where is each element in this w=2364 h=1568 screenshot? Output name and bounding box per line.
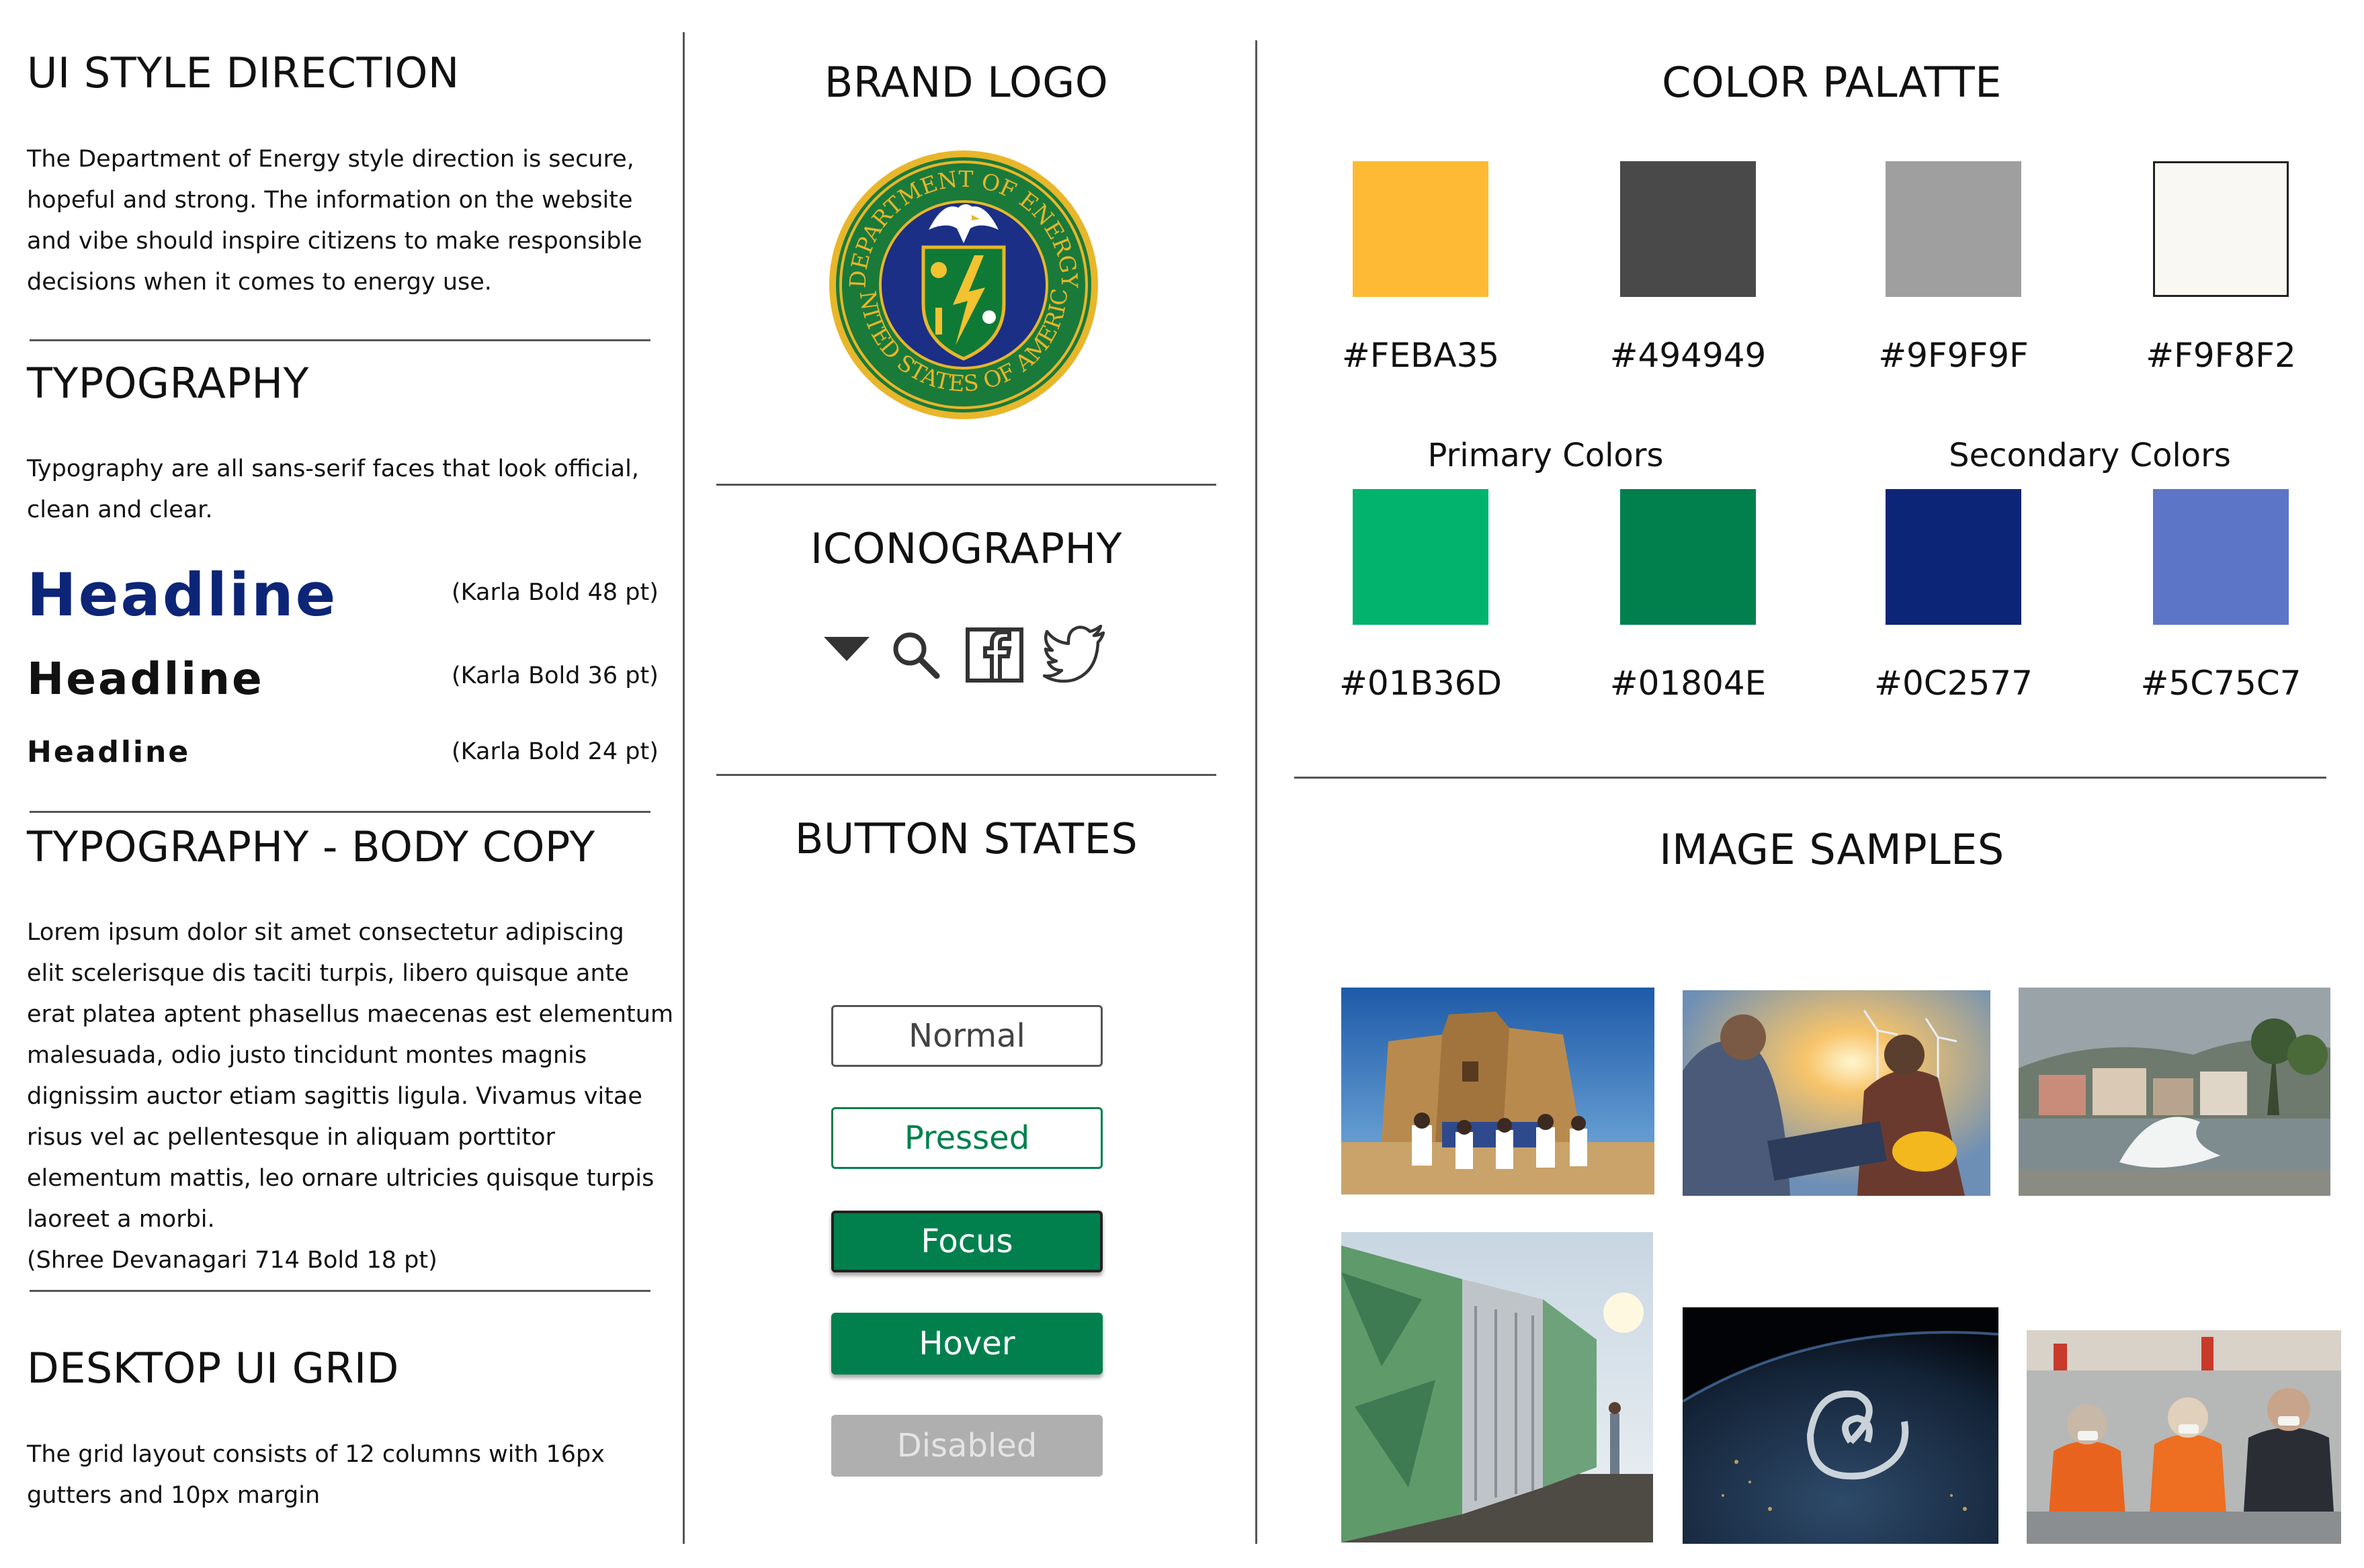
caret-down-icon[interactable] [822,634,871,664]
brand-logo-title: BRAND LOGO [824,58,1109,107]
text-line: decisions when it comes to energy use. [27,269,492,296]
image-samples-title: IMAGE SAMPLES [1659,825,2004,874]
hex-label: #9F9F9F [1878,336,2029,375]
swatch-navy [1886,489,2021,625]
hex-label: #FEBA35 [1341,336,1500,375]
hex-label: #01B36D [1339,664,1502,703]
swatch-yellow [1353,161,1488,297]
text-line: Lorem ipsum dolor sit amet consectetur a… [27,919,624,946]
normal-button[interactable]: Normal [831,1005,1103,1067]
text-line: dignissim auctor etiam sagittis ligula. … [27,1083,642,1110]
pressed-button[interactable]: Pressed [831,1107,1103,1169]
text-line: laoreet a morbi. [27,1206,215,1233]
text-line: Typography are all sans-serif faces that… [27,455,639,482]
text-line: clean and clear. [27,496,213,523]
focus-button[interactable]: Focus [831,1211,1103,1272]
swatch-dark-gray [1620,161,1756,297]
body-copy-text: Lorem ipsum dolor sit amet consectetur a… [27,912,673,1281]
hex-label: #01804E [1609,664,1767,703]
hex-label: #494949 [1609,336,1767,375]
text-line: The Department of Energy style direction… [27,146,634,173]
typography-text: Typography are all sans-serif faces that… [27,449,639,531]
disabled-button: Disabled [831,1415,1103,1477]
iconography-title: ICONOGRAPHY [810,524,1122,573]
facebook-icon[interactable] [965,627,1024,683]
headline-note-24: (Karla Bold 24 pt) [452,738,659,765]
divider [30,1290,650,1292]
divider [1294,777,2326,779]
text-line: erat platea aptent phasellus maecenas es… [27,1001,674,1028]
headline-note-36: (Karla Bold 36 pt) [452,662,659,689]
text-line: gutters and 10px margin [27,1482,321,1509]
sample-photo-factory [2027,1330,2341,1544]
text-line: hopeful and strong. The information on t… [27,187,633,214]
sample-photo-building [1341,988,1654,1194]
sample-photo-battery-container [1341,1232,1653,1542]
style-direction-title: UI STYLE DIRECTION [27,48,460,97]
typography-title: TYPOGRAPHY [27,359,309,408]
swatch-green [1353,489,1488,625]
divider [30,339,650,341]
divider [716,774,1216,776]
text-line: malesuada, odio justo tincidunt montes m… [27,1042,587,1069]
hover-button[interactable]: Hover [831,1313,1103,1375]
divider [716,484,1216,486]
headline-note-48: (Karla Bold 48 pt) [452,579,659,606]
hex-label: #F9F8F2 [2146,336,2296,375]
column-divider [1255,40,1257,1544]
headline-sample-36: Headline [27,653,264,705]
secondary-colors-label: Secondary Colors [1949,437,2231,474]
swatch-off-white [2153,161,2289,297]
hex-label: #5C75C7 [2140,664,2302,703]
twitter-icon[interactable] [1042,624,1107,683]
swatch-gray [1886,161,2021,297]
headline-sample-24: Headline [27,735,191,769]
text-line: (Shree Devanagari 714 Bold 18 pt) [27,1247,437,1274]
column-divider [683,32,685,1544]
grid-title: DESKTOP UI GRID [27,1344,399,1393]
swatch-periwinkle [2153,489,2289,625]
hex-label: #0C2577 [1874,664,2033,703]
divider [30,811,650,813]
color-palette-title: COLOR PALATTE [1662,58,2002,107]
search-icon[interactable] [890,629,941,680]
style-direction-text: The Department of Energy style direction… [27,139,642,303]
headline-sample-48: Headline [27,560,338,629]
body-copy-title: TYPOGRAPHY - BODY COPY [27,822,595,871]
text-line: and vibe should inspire citizens to make… [27,228,642,255]
doe-seal-logo: DEPARTMENT OF ENERGY UNITED STATES OF AM… [818,128,1099,421]
sample-photo-hurricane [1683,1307,1998,1544]
button-states-title: BUTTON STATES [794,814,1138,863]
text-line: elit scelerisque dis taciti turpis, libe… [27,960,629,987]
primary-colors-label: Primary Colors [1427,437,1664,474]
sample-photo-engineers [1683,990,1990,1196]
swatch-dark-green [1620,489,1756,625]
text-line: The grid layout consists of 12 columns w… [27,1441,605,1468]
text-line: elementum mattis, leo ornare ultricies q… [27,1165,655,1192]
sample-photo-coast [2019,988,2330,1196]
grid-text: The grid layout consists of 12 columns w… [27,1434,605,1516]
text-line: risus vel ac pellentesque in aliquam por… [27,1124,555,1151]
